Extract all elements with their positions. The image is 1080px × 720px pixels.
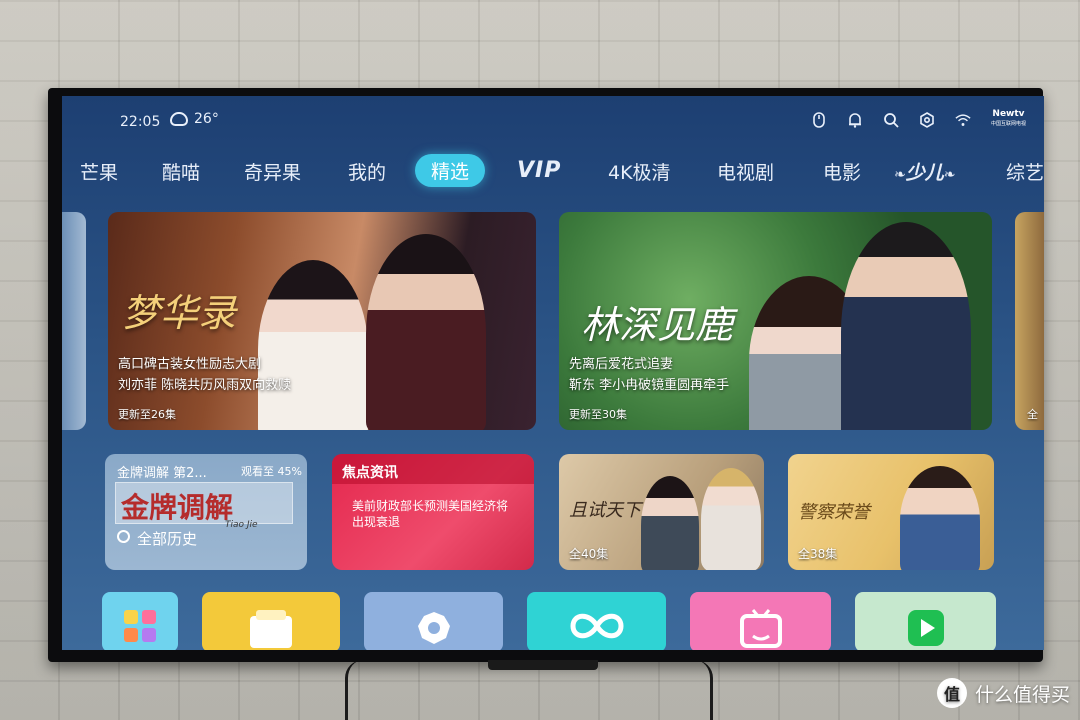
show-card-qieshitianxia[interactable]: 且试天下 全40集 [559, 454, 764, 570]
history-progress: 观看至 45% [241, 465, 302, 478]
news-card[interactable]: 焦点资讯 美前财政部长预测美国经济将出现衰退 [332, 454, 534, 570]
settings-gear-icon [417, 612, 450, 644]
hero-cast: 刘亦菲 陈晓共历风雨双向救赎 [118, 378, 292, 393]
top-nav: 芒果 酷喵 奇异果 我的 精选 VIP 4K极清 电视剧 电影 ❧少儿❧ 综艺 [62, 154, 1044, 190]
watermark-text: 什么值得买 [974, 683, 1070, 706]
clock-icon [117, 530, 130, 543]
tab-qiyiguo[interactable]: 奇异果 [244, 158, 301, 185]
cloudy-moon-icon [170, 112, 188, 126]
app-grid-icon [124, 610, 156, 642]
hdmi-cable [690, 660, 713, 720]
hero-title: 林深见鹿 [581, 303, 734, 347]
tab-movies[interactable]: 电影 [823, 158, 861, 185]
tab-kids-label: 少儿 [905, 162, 944, 184]
tv-screen: 22:05 26° Newtv 中国互联网电视 芒果 酷喵 奇异果 我的 精选 … [62, 96, 1044, 650]
tab-tv-series[interactable]: 电视剧 [717, 158, 774, 185]
hero-episodes: 更新至26集 [118, 408, 176, 421]
tv-app-tile[interactable] [690, 592, 831, 650]
tab-variety[interactable]: 综艺 [1006, 158, 1044, 185]
hero-cast: 靳东 李小冉破镜重圆再牵手 [569, 378, 730, 393]
clock-time: 22:05 [120, 114, 161, 130]
actor-figure [641, 476, 699, 570]
tab-kids[interactable]: ❧少儿❧ [894, 158, 955, 185]
hero-episodes: 更新至30集 [569, 408, 627, 421]
logo-subtext: 中国互联网电视 [990, 121, 1026, 127]
weather: 26° [170, 111, 219, 127]
hero-card-linshenjianlu[interactable]: 林深见鹿 先离后爱花式追妻 靳东 李小冉破镜重圆再牵手 更新至30集 [559, 212, 992, 430]
history-show: 金牌调解 第2... [117, 466, 207, 481]
show-episodes: 全40集 [569, 547, 609, 561]
hero-episodes: 全 [1027, 408, 1038, 421]
show-logo-text: 金牌调解 [121, 491, 234, 524]
cast-link-tile[interactable] [527, 592, 666, 650]
status-icons: Newtv 中国互联网电视 [811, 110, 1026, 129]
notification-bell-icon[interactable] [847, 112, 863, 128]
power-cable [345, 660, 370, 720]
tab-kumiao[interactable]: 酷喵 [162, 158, 200, 185]
tab-mine[interactable]: 我的 [348, 158, 386, 185]
tv-bottom-bar [488, 660, 598, 670]
leaf-icon-right: ❧ [943, 167, 956, 183]
leaf-icon: ❧ [894, 167, 906, 183]
logo-text: Newtv [992, 109, 1025, 119]
show-title: 且试天下 [569, 500, 641, 521]
video-play-icon [907, 610, 944, 646]
temperature: 26° [194, 111, 219, 127]
watermark-badge-icon: 值 [936, 678, 967, 708]
show-logo-subtext: Tiao Jie [225, 520, 258, 530]
actress-figure [258, 260, 368, 430]
actress-figure [701, 468, 761, 570]
usb-mouse-icon[interactable] [811, 111, 827, 128]
actor-figure [366, 234, 486, 430]
news-headline: 美前财政部长预测美国经济将出现衰退 [352, 499, 509, 529]
show-title: 警察荣誉 [798, 502, 870, 523]
newtv-logo: Newtv 中国互联网电视 [991, 110, 1026, 129]
settings-hex-icon[interactable] [919, 111, 935, 128]
infinity-link-icon [569, 613, 624, 639]
tab-mango[interactable]: 芒果 [80, 158, 118, 185]
hero-card-next[interactable]: 全 [1015, 212, 1044, 430]
hero-card-previous[interactable] [62, 212, 86, 430]
status-bar: 22:05 26° Newtv 中国互联网电视 [62, 110, 1044, 134]
tab-vip[interactable]: VIP [517, 158, 561, 183]
news-tag: 焦点资讯 [342, 465, 398, 481]
tv-play-icon [739, 609, 782, 648]
hero-card-menghualu[interactable]: 梦华录 高口碑古装女性励志大剧 刘亦菲 陈晓共历风雨双向救赎 更新至26集 [108, 212, 536, 430]
video-app-tile[interactable] [855, 592, 996, 650]
tab-4k[interactable]: 4K极清 [608, 158, 671, 185]
all-history-label: 全部历史 [137, 530, 198, 548]
file-manager-tile[interactable] [202, 592, 340, 650]
file-folder-icon [250, 610, 292, 648]
actor-figure [841, 222, 971, 430]
hero-title: 梦华录 [122, 291, 237, 335]
show-episodes: 全38集 [798, 547, 838, 561]
search-icon[interactable] [883, 112, 899, 128]
settings-tile[interactable] [364, 592, 503, 650]
tab-featured[interactable]: 精选 [415, 154, 486, 187]
show-card-jingcharongyu[interactable]: 警察荣誉 全38集 [788, 454, 994, 570]
watermark: 值 什么值得买 [936, 678, 1070, 708]
hero-subtitle: 高口碑古装女性励志大剧 [118, 357, 262, 372]
actor-figure [900, 466, 980, 570]
wifi-icon[interactable] [955, 112, 971, 128]
hero-subtitle: 先离后爱花式追妻 [569, 357, 674, 372]
watch-history-card[interactable]: 金牌调解 第2... 观看至 45% 金牌调解 Tiao Jie 全部历史 [105, 454, 307, 570]
app-grid-tile[interactable] [102, 592, 178, 650]
